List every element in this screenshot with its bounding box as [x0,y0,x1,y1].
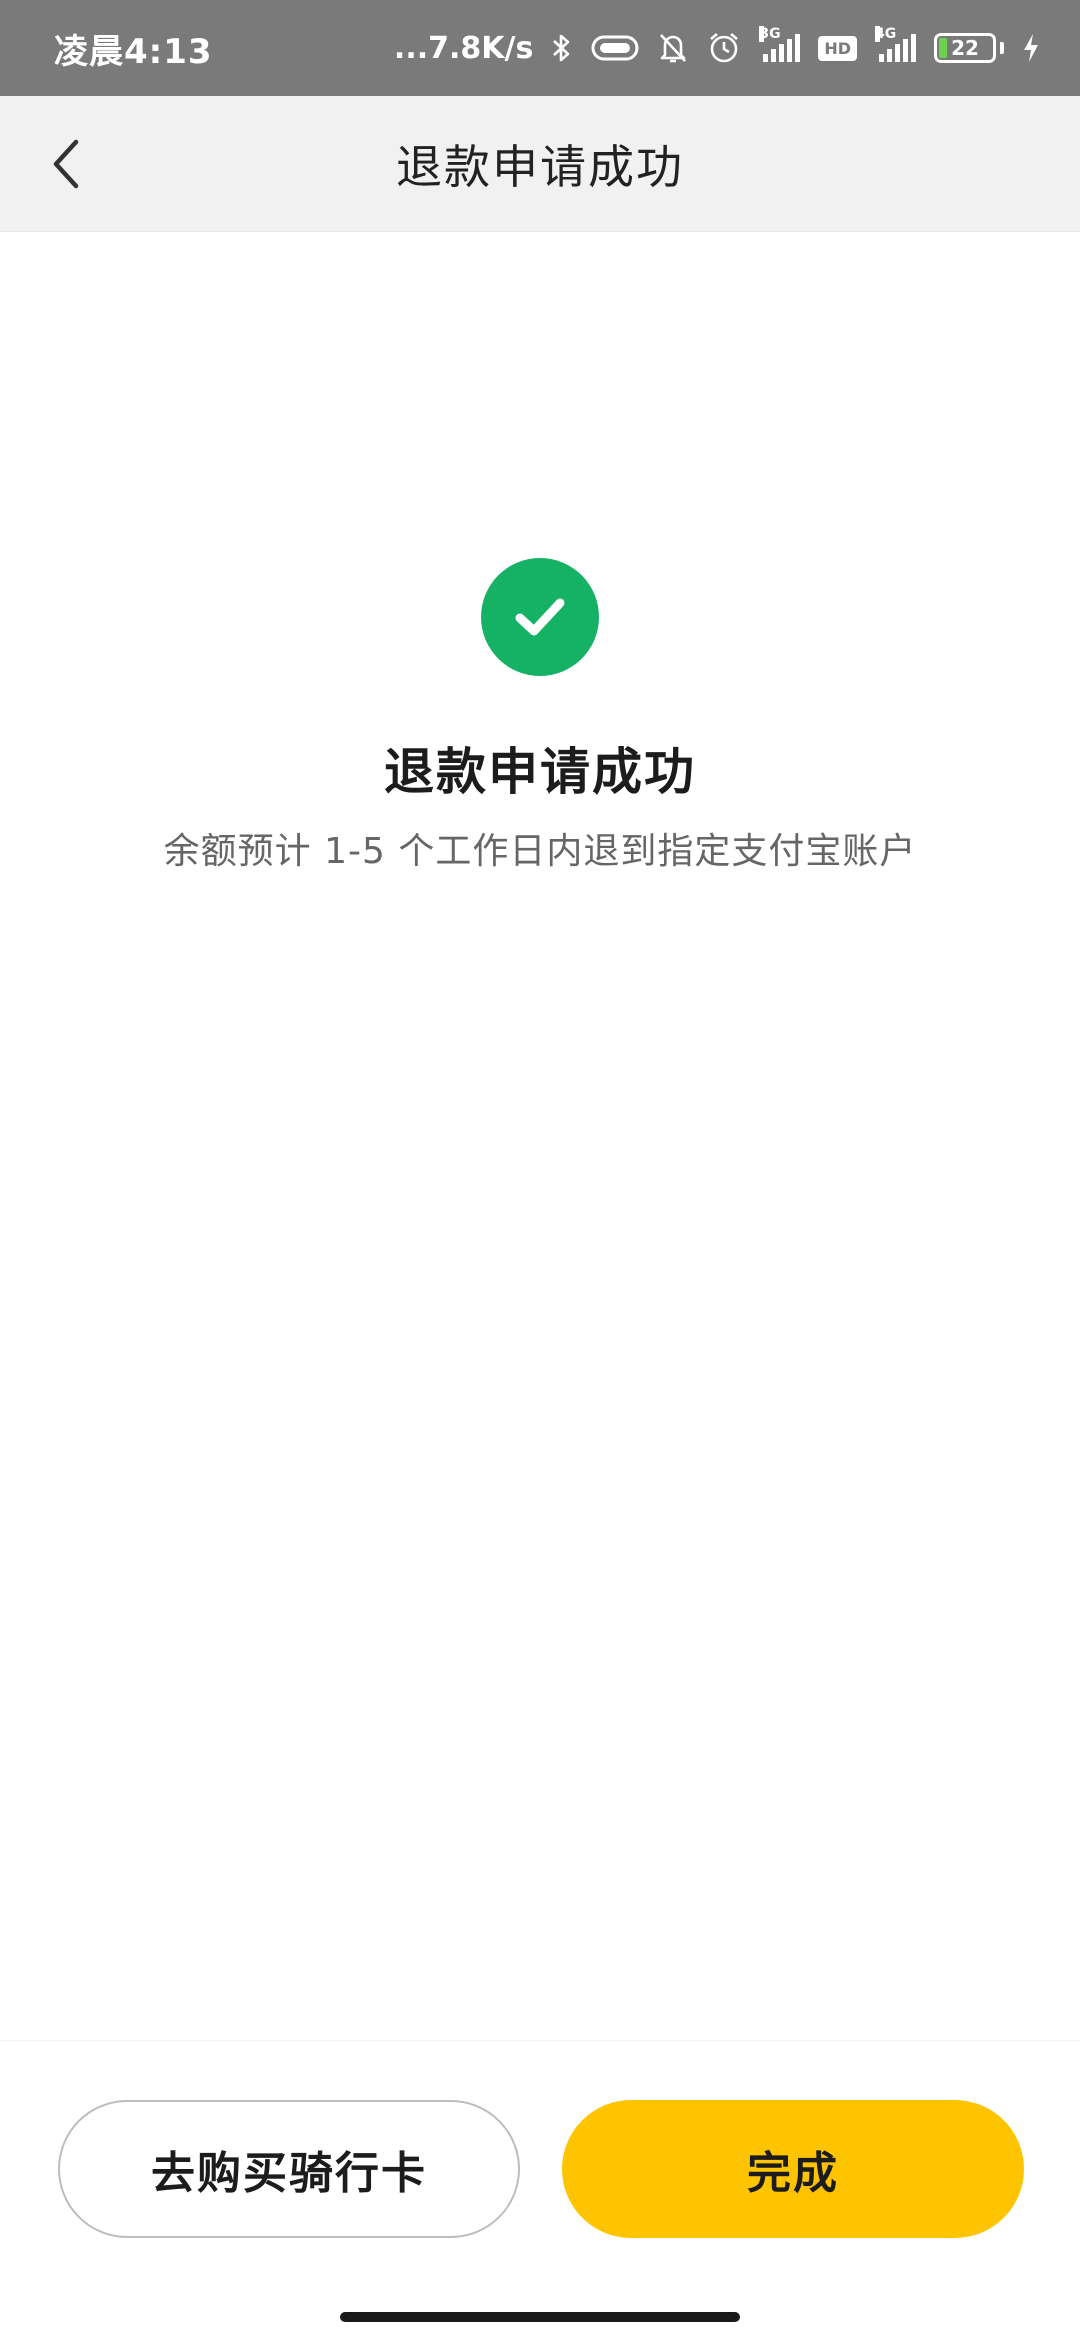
battery-level: 22 [951,36,979,60]
signal-icon: 3G [759,26,801,62]
home-indicator[interactable] [340,2312,740,2322]
battery-cap [1000,42,1004,54]
signal-type-3g: 3G [759,26,781,42]
result-description: 余额预计 1-5 个工作日内退到指定支付宝账户 [163,831,917,872]
page-title: 退款申请成功 [396,139,684,194]
status-icons: ...7.8K/s 3G HD 4G 22 [393,26,1040,66]
network-speed: ...7.8K/s [393,30,534,66]
status-time: 凌晨4:13 [54,31,213,72]
bluetooth-icon [551,32,573,64]
back-button[interactable] [28,126,104,202]
nav-bar: 退款申请成功 [0,96,1080,232]
battery-icon: 22 [934,33,996,63]
refund-success-page: 凌晨4:13 ...7.8K/s 3G HD 4G 22 退款申请成功 退款申请… [0,0,1080,2340]
battery-fill [939,38,947,58]
alarm-icon [707,31,741,65]
status-bar: 凌晨4:13 ...7.8K/s 3G HD 4G 22 [0,0,1080,96]
signal-type-4g: 4G [875,26,897,42]
charging-icon [1022,33,1040,63]
chevron-left-icon [53,139,79,189]
vibrate-icon [591,33,639,63]
done-button[interactable]: 完成 [562,2100,1024,2238]
check-circle-icon [481,558,599,676]
hd-icon: HD [818,35,857,61]
mute-icon [657,31,689,65]
buy-riding-card-button[interactable]: 去购买骑行卡 [58,2100,520,2238]
signal-icon-2: 4G [875,26,916,62]
result-title: 退款申请成功 [384,743,696,801]
